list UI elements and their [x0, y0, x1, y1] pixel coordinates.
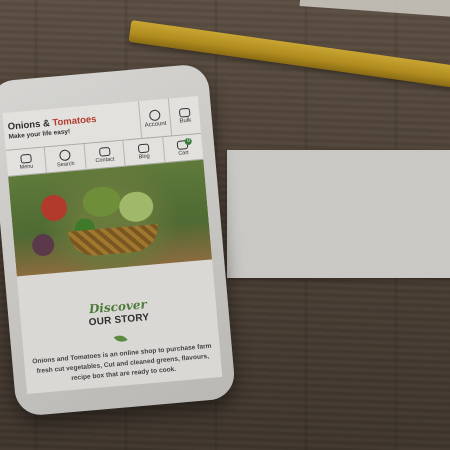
cart-badge: 0 — [184, 137, 193, 145]
bulk-button[interactable]: Bulk — [167, 95, 202, 136]
search-icon — [59, 148, 71, 161]
user-circle-icon — [148, 108, 161, 121]
nav-search[interactable]: Search — [45, 144, 87, 173]
nav-contact[interactable]: Contact — [84, 140, 126, 169]
hero-vegetable-basket-image — [8, 159, 213, 277]
phone-icon — [98, 146, 111, 157]
smartphone: Onions & Tomatoes Make your life easy! A… — [0, 63, 237, 417]
account-button[interactable]: Account — [137, 98, 172, 139]
phone-screen: Onions & Tomatoes Make your life easy! A… — [2, 95, 223, 394]
nav-blog-label: Blog — [138, 152, 150, 160]
our-story-section: Discover OUR STORY Onions and Tomatoes i… — [17, 259, 222, 388]
crate-icon — [178, 107, 191, 118]
nav-cart-label: Cart — [178, 149, 189, 157]
leaf-icon — [113, 331, 128, 346]
nav-search-label: Search — [56, 160, 75, 168]
menu-icon — [19, 153, 32, 164]
account-label: Account — [144, 120, 167, 129]
paper-edge — [299, 0, 450, 18]
nav-contact-label: Contact — [95, 155, 115, 164]
nav-blog[interactable]: Blog — [123, 137, 166, 166]
cabbage — [117, 190, 155, 224]
brand[interactable]: Onions & Tomatoes Make your life easy! — [3, 110, 140, 141]
broccoli — [81, 185, 122, 219]
desk-scene: Onions & Tomatoes Make your life easy! A… — [0, 0, 450, 450]
nav-menu[interactable]: Menu — [5, 147, 48, 176]
bulk-label: Bulk — [179, 117, 192, 125]
blank-card — [227, 150, 450, 278]
story-description: Onions and Tomatoes is an online shop to… — [32, 342, 212, 383]
nav-menu-label: Menu — [19, 163, 34, 171]
tomato — [39, 193, 69, 223]
blog-icon — [137, 142, 150, 153]
basket-icon: 0 — [176, 137, 193, 150]
onion — [31, 233, 56, 257]
nav-cart[interactable]: 0 Cart — [163, 134, 203, 162]
